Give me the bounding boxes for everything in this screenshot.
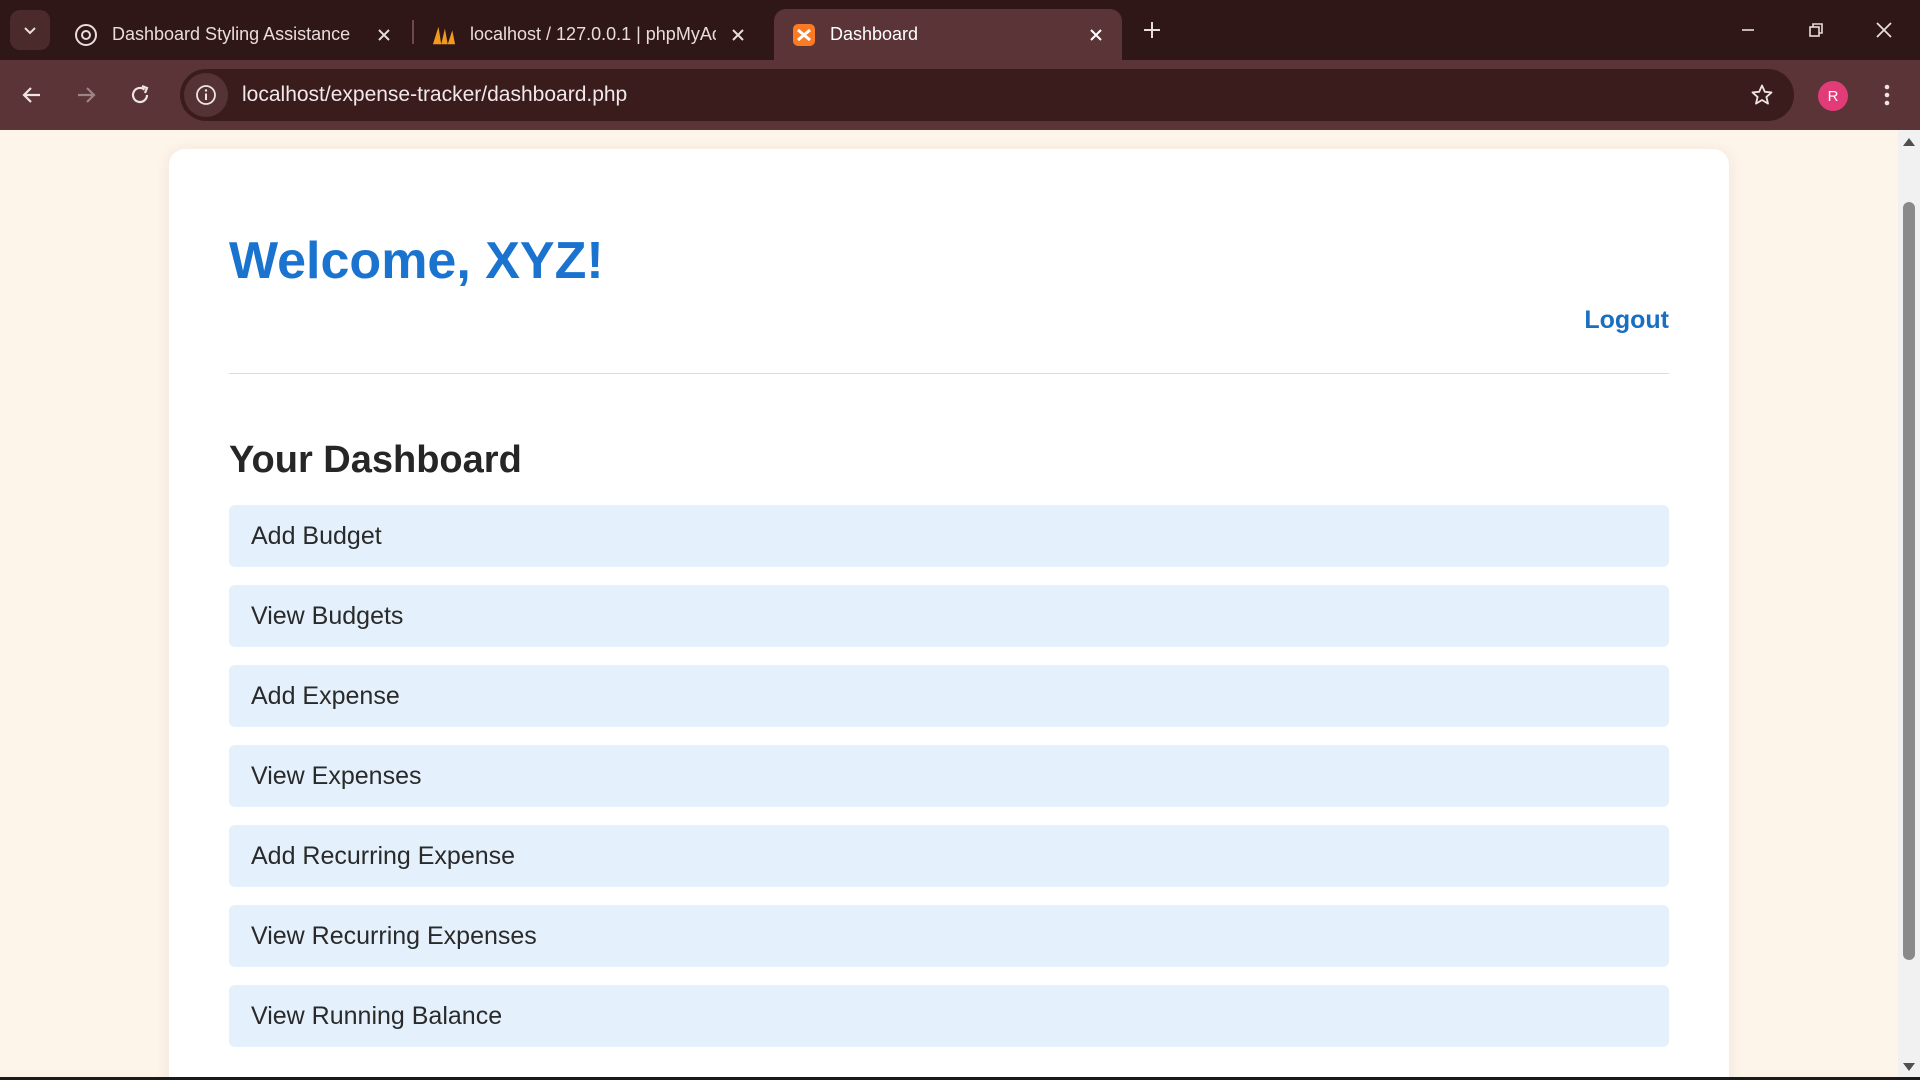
chatgpt-icon <box>74 23 98 47</box>
more-menu-icon[interactable] <box>1872 77 1902 113</box>
menu-item-add-budget[interactable]: Add Budget <box>229 505 1669 567</box>
reload-icon <box>131 84 149 104</box>
minimize-icon <box>1742 29 1754 31</box>
tab-dashboard-styling[interactable]: Dashboard Styling Assistance <box>56 9 410 60</box>
tab-phpmyadmin[interactable]: localhost / 127.0.0.1 | phpMyAd <box>414 9 764 60</box>
arrow-left-icon <box>22 87 40 103</box>
dashboard-title: Your Dashboard <box>229 439 522 481</box>
scroll-up-arrow-icon[interactable] <box>1903 138 1915 146</box>
dashboard-card: Welcome, XYZ! Logout Your Dashboard Add … <box>169 149 1729 1077</box>
vertical-scrollbar[interactable] <box>1898 130 1920 1077</box>
bookmark-star-icon[interactable] <box>1746 79 1778 111</box>
tab-search-button[interactable] <box>10 10 50 50</box>
restore-icon <box>1809 23 1823 37</box>
tab-strip: Dashboard Styling Assistance localhost /… <box>0 0 1920 60</box>
close-tab-icon[interactable] <box>1084 23 1108 47</box>
phpmyadmin-icon <box>432 23 456 47</box>
menu-item-view-running-balance[interactable]: View Running Balance <box>229 985 1669 1047</box>
url-text: localhost/expense-tracker/dashboard.php <box>242 83 628 106</box>
close-tab-icon[interactable] <box>372 23 396 47</box>
page-viewport: Welcome, XYZ! Logout Your Dashboard Add … <box>0 130 1920 1077</box>
menu-item-view-expenses[interactable]: View Expenses <box>229 745 1669 807</box>
plus-icon <box>1144 22 1160 38</box>
tab-title: Dashboard Styling Assistance <box>112 24 351 44</box>
reload-button[interactable] <box>120 75 160 115</box>
chevron-down-icon <box>24 27 36 35</box>
tab-title: Dashboard <box>830 24 919 44</box>
menu-item-add-recurring-expense[interactable]: Add Recurring Expense <box>229 825 1669 887</box>
menu-item-view-budgets[interactable]: View Budgets <box>229 585 1669 647</box>
close-window-button[interactable] <box>1850 0 1918 60</box>
menu-item-view-recurring-expenses[interactable]: View Recurring Expenses <box>229 905 1669 967</box>
address-bar[interactable]: localhost/expense-tracker/dashboard.php <box>180 69 1794 121</box>
new-tab-button[interactable] <box>1136 14 1168 46</box>
back-button[interactable] <box>12 75 52 115</box>
menu-item-add-expense[interactable]: Add Expense <box>229 665 1669 727</box>
scrollbar-thumb[interactable] <box>1903 202 1915 960</box>
dashboard-menu: Add Budget View Budgets Add Expense View… <box>229 505 1669 1065</box>
forward-button[interactable] <box>66 75 106 115</box>
tab-dashboard[interactable]: Dashboard <box>774 9 1122 60</box>
welcome-heading: Welcome, XYZ! <box>229 232 604 290</box>
close-tab-icon[interactable] <box>726 23 750 47</box>
scroll-down-arrow-icon[interactable] <box>1903 1063 1915 1071</box>
minimize-button[interactable] <box>1714 0 1782 60</box>
restore-button[interactable] <box>1782 0 1850 60</box>
site-info-icon[interactable] <box>184 73 228 117</box>
profile-avatar[interactable]: R <box>1818 81 1848 111</box>
arrow-right-icon <box>78 87 96 103</box>
xampp-icon <box>792 23 816 47</box>
logout-link[interactable]: Logout <box>1584 306 1669 335</box>
header-divider <box>229 373 1669 374</box>
close-icon <box>1876 22 1892 38</box>
browser-toolbar: localhost/expense-tracker/dashboard.php … <box>0 60 1920 130</box>
tab-title: localhost / 127.0.0.1 | phpMyAd <box>470 24 716 44</box>
